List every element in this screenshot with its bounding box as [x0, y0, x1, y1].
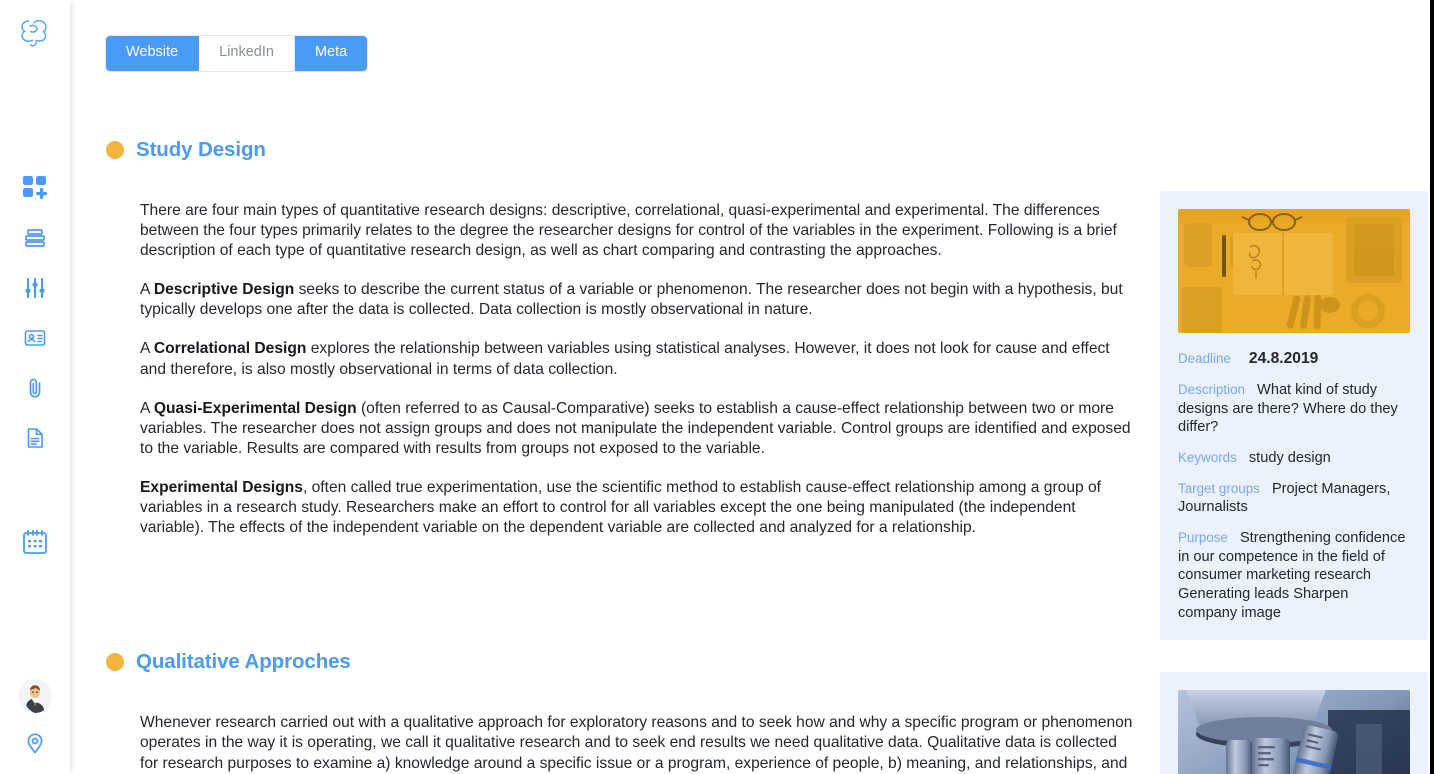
paragraph: There are four main types of quantitativ…: [140, 201, 1117, 260]
document-icon: [23, 426, 47, 450]
paragraph: Whenever research carried out with a qua…: [140, 714, 1133, 772]
paragraph: A Quasi-Experimental Design (often refer…: [140, 399, 1131, 457]
sidebar-group-user: [13, 674, 57, 774]
sidebar-item-contacts[interactable]: [13, 316, 57, 360]
meta-list: Deadline 24.8.2019 Description What kind…: [1178, 333, 1410, 622]
section-title: Qualitative Approches: [136, 650, 351, 674]
microscope-photo: [1178, 690, 1410, 774]
section-header-qualitative-approches: Qualitative Approches: [106, 633, 1136, 691]
dashboard-add-icon: [22, 175, 48, 201]
sidebar-item-layers[interactable]: [13, 216, 57, 260]
left-sidebar: [0, 0, 70, 774]
sidebar-item-attachments[interactable]: [13, 366, 57, 410]
sidebar-item-profile[interactable]: [13, 674, 57, 718]
layers-icon: [23, 226, 47, 250]
sidebar-item-settings[interactable]: [13, 266, 57, 310]
location-pin-icon: [24, 732, 46, 754]
source-tabs: Website LinkedIn Meta: [106, 36, 368, 71]
tab-meta[interactable]: Meta: [294, 36, 368, 71]
app-window: Website LinkedIn Meta Study Design There…: [0, 0, 1434, 774]
sliders-icon: [23, 276, 47, 300]
meta-key: Purpose: [1178, 529, 1228, 545]
paragraph: Experimental Designs, often called true …: [140, 479, 1101, 537]
meta-row-keywords: Keywords study design: [1178, 449, 1410, 468]
main-content: Website LinkedIn Meta Study Design There…: [70, 0, 1430, 774]
contact-card-icon: [23, 326, 47, 350]
tab-linkedin[interactable]: LinkedIn: [199, 36, 295, 71]
section-bullet-icon: [106, 653, 124, 672]
paragraph: A Correlational Design explores the rela…: [140, 340, 1110, 378]
tab-website[interactable]: Website: [106, 36, 200, 71]
sidebar-group-calendar: [13, 520, 57, 564]
brain-logo-icon[interactable]: [10, 12, 60, 52]
sidebar-item-calendar[interactable]: [13, 520, 57, 564]
desk-flatlay-photo: [1178, 208, 1410, 333]
sidebar-item-location[interactable]: [13, 721, 57, 765]
meta-row-target-groups: Target groups Project Managers, Journali…: [1178, 480, 1410, 517]
meta-value: 24.8.2019: [1248, 349, 1319, 367]
paragraph: A Descriptive Design seeks to describe t…: [140, 281, 1123, 319]
page-title: Study Design: [136, 137, 266, 161]
avatar-icon: [18, 679, 52, 713]
paperclip-icon: [23, 376, 47, 400]
sidebar-group-primary: [13, 166, 57, 466]
meta-key: Deadline: [1178, 350, 1231, 366]
meta-row-purpose: Purpose Strengthening confidence in our …: [1178, 529, 1410, 622]
meta-value: study design: [1248, 449, 1331, 466]
meta-card: Deadline 24.8.2019 Description What kind…: [1160, 190, 1428, 641]
sidebar-item-team[interactable]: [13, 768, 57, 774]
sidebar-item-dashboard[interactable]: [13, 166, 57, 210]
article: Study Design There are four main types o…: [106, 71, 1136, 774]
content-body: Study Design There are four main types o…: [70, 71, 1430, 774]
section-bullet-icon: [106, 140, 124, 159]
meta-row-description: Description What kind of study designs a…: [1178, 381, 1410, 437]
meta-key: Description: [1178, 381, 1245, 397]
meta-card: [1160, 672, 1428, 774]
section-header-study-design: Study Design: [106, 121, 1136, 179]
meta-key: Keywords: [1178, 449, 1237, 465]
sidebar-item-documents[interactable]: [13, 416, 57, 460]
calendar-icon: [21, 528, 49, 556]
right-rail: Deadline 24.8.2019 Description What kind…: [1160, 71, 1428, 774]
meta-row-deadline: Deadline 24.8.2019: [1178, 349, 1410, 369]
meta-key: Target groups: [1178, 480, 1260, 496]
